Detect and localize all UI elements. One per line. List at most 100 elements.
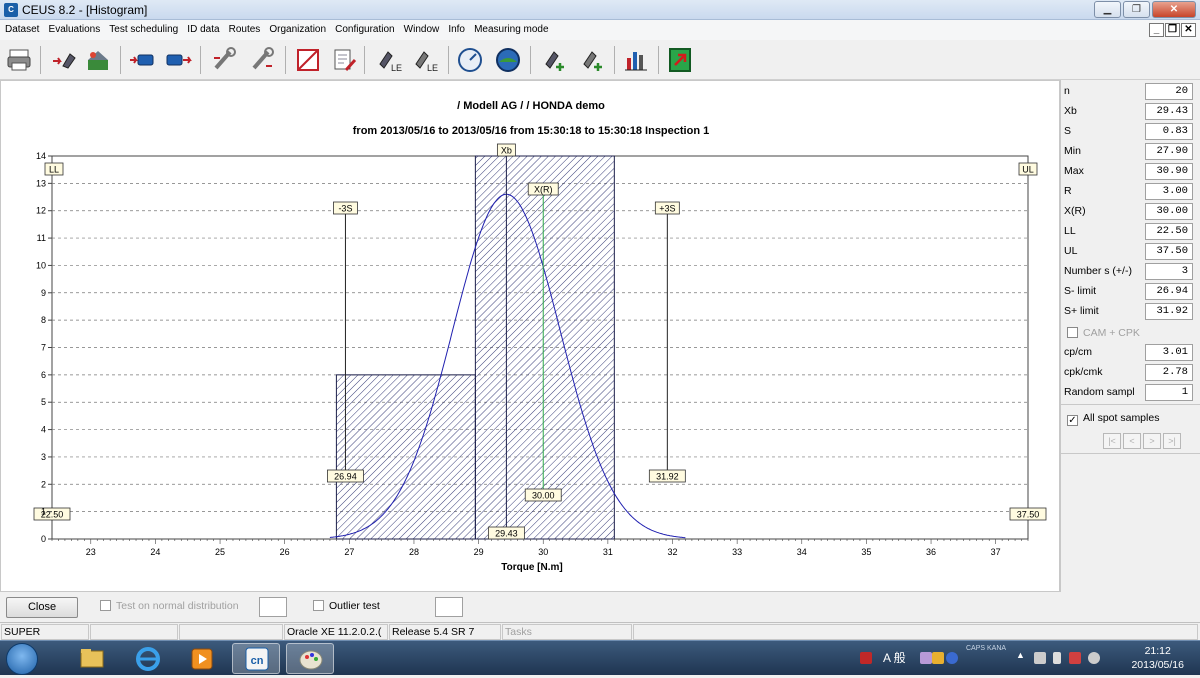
stat-value-field[interactable]: 31.92 xyxy=(1145,303,1193,320)
tool-plus-2-icon[interactable] xyxy=(578,46,606,74)
battery-out-icon[interactable] xyxy=(164,46,192,74)
tray-ime-tool-icon[interactable] xyxy=(932,652,944,664)
globe-gauge-icon[interactable] xyxy=(494,46,522,74)
stat-label: X(R) xyxy=(1064,205,1086,217)
x-tick-label: 32 xyxy=(667,547,677,557)
stat-row: Min 27.90 xyxy=(1064,142,1198,162)
stat-value-field[interactable]: 26.94 xyxy=(1145,283,1193,300)
tray-expand-icon[interactable]: ▲ xyxy=(1016,650,1028,662)
tray-flag-icon[interactable] xyxy=(860,652,872,664)
x-tick-label: 31 xyxy=(603,547,613,557)
menu-info[interactable]: Info xyxy=(445,20,468,40)
menu-configuration[interactable]: Configuration xyxy=(332,20,397,40)
first-sample-button[interactable]: |< xyxy=(1103,433,1121,449)
stat-value-field[interactable]: 20 xyxy=(1145,83,1193,100)
all-spot-samples-checkbox[interactable]: ✓ All spot samples xyxy=(1067,412,1195,428)
battery-in-icon[interactable] xyxy=(128,46,156,74)
ll-label-text: LL xyxy=(49,165,59,175)
tool-le-icon[interactable]: LE xyxy=(374,46,402,74)
stat-value-field[interactable]: 3.00 xyxy=(1145,183,1193,200)
tray-battery-icon[interactable] xyxy=(1053,652,1061,664)
x-tick-label: 33 xyxy=(732,547,742,557)
next-sample-button[interactable]: > xyxy=(1143,433,1161,449)
stat-value-field[interactable]: 37.50 xyxy=(1145,243,1193,260)
mdi-close-button[interactable]: ✕ xyxy=(1181,23,1196,37)
bar-chart-icon[interactable] xyxy=(622,46,650,74)
stat-value-field[interactable]: 3 xyxy=(1145,263,1193,280)
all-spot-samples-label: All spot samples xyxy=(1083,412,1160,424)
stat-value-field[interactable]: 0.83 xyxy=(1145,123,1193,140)
tray-ime-pad-icon[interactable] xyxy=(920,652,932,664)
xr-value-label: 30.00 xyxy=(524,488,562,502)
ime-indicator[interactable]: A 般 xyxy=(883,649,906,666)
normal-distribution-test-checkbox[interactable]: Test on normal distribution xyxy=(100,600,239,612)
tool-le-2-icon[interactable]: LE xyxy=(410,46,438,74)
y-tick-label: 14 xyxy=(36,151,46,161)
outlier-test-checkbox[interactable]: Outlier test xyxy=(313,600,380,612)
menu-evaluations[interactable]: Evaluations xyxy=(46,20,104,40)
x-tick-label: 30 xyxy=(538,547,548,557)
taskbar-media-player-icon[interactable] xyxy=(178,643,226,674)
close-button[interactable]: Close xyxy=(6,597,78,618)
x-tick-label: 36 xyxy=(926,547,936,557)
histogram-bar xyxy=(335,374,476,540)
y-tick-label: 2 xyxy=(41,479,46,489)
stat-value-field[interactable]: 27.90 xyxy=(1145,143,1193,160)
mdi-minimize-button[interactable]: _ xyxy=(1149,23,1164,37)
maximize-button[interactable]: ❐ xyxy=(1123,1,1150,18)
minimize-button[interactable]: ▁ xyxy=(1094,1,1121,18)
wrench-in-icon[interactable] xyxy=(210,46,238,74)
mdi-restore-button[interactable]: ❐ xyxy=(1165,23,1180,37)
previous-sample-button[interactable]: < xyxy=(1123,433,1141,449)
stat-value-field[interactable]: 30.00 xyxy=(1145,203,1193,220)
menu-organization[interactable]: Organization xyxy=(266,20,329,40)
xr-label: X(R) xyxy=(527,182,559,196)
menu-test-scheduling[interactable]: Test scheduling xyxy=(106,20,181,40)
stat-value-field[interactable]: 3.01 xyxy=(1145,344,1193,361)
taskbar-paint-icon[interactable] xyxy=(286,643,334,674)
stat-value-field[interactable]: 1 xyxy=(1145,384,1193,401)
taskbar-ceus-icon[interactable]: cn xyxy=(232,643,280,674)
graph-frame-icon[interactable] xyxy=(294,46,322,74)
start-button[interactable] xyxy=(6,643,38,675)
add-tool-icon[interactable] xyxy=(50,46,78,74)
speed-gauge-icon[interactable] xyxy=(456,46,484,74)
stat-value-field[interactable]: 22.50 xyxy=(1145,223,1193,240)
tray-action-center-icon[interactable] xyxy=(1034,652,1046,664)
taskbar-clock[interactable]: 21:12 2013/05/16 xyxy=(1131,644,1184,672)
menu-dataset[interactable]: Dataset xyxy=(2,20,42,40)
document-pen-icon[interactable] xyxy=(330,46,358,74)
stat-value-field[interactable]: 30.90 xyxy=(1145,163,1193,180)
window-close-button[interactable]: ✕ xyxy=(1152,1,1196,18)
menu-id-data[interactable]: ID data xyxy=(184,20,222,40)
tray-volume-icon[interactable] xyxy=(1088,652,1100,664)
scene-icon[interactable] xyxy=(84,46,112,74)
stat-row: Random sampl 1 xyxy=(1064,383,1198,403)
last-sample-button[interactable]: >| xyxy=(1163,433,1181,449)
x-tick-label: 26 xyxy=(280,547,290,557)
printer-icon[interactable] xyxy=(5,46,33,74)
svg-text:LE: LE xyxy=(427,63,438,73)
taskbar-explorer-icon[interactable] xyxy=(68,643,116,674)
menu-measuring-mode[interactable]: Measuring mode xyxy=(471,20,551,40)
tray-network-icon[interactable] xyxy=(1069,652,1081,664)
stat-value-field[interactable]: 29.43 xyxy=(1145,103,1193,120)
tray-help-icon[interactable] xyxy=(946,652,958,664)
xbar-value-label: 29.43 xyxy=(487,526,525,540)
menu-window[interactable]: Window xyxy=(401,20,443,40)
y-tick-label: 5 xyxy=(41,397,46,407)
menu-routes[interactable]: Routes xyxy=(226,20,264,40)
stat-value-field[interactable]: 2.78 xyxy=(1145,364,1193,381)
taskbar-ie-icon[interactable] xyxy=(124,643,172,674)
exit-icon[interactable] xyxy=(666,46,694,74)
toolbar: LE LE xyxy=(0,40,1200,80)
xr-label-text: X(R) xyxy=(534,185,553,195)
cam-cpk-checkbox[interactable]: CAM + CPK xyxy=(1067,327,1195,343)
ll-value-label: 22.50 xyxy=(33,507,71,521)
status-panel-empty-3 xyxy=(633,624,1198,640)
stat-row: S+ limit 31.92 xyxy=(1064,302,1198,322)
clock-date: 2013/05/16 xyxy=(1131,659,1184,671)
minus-3s-label: -3S xyxy=(333,201,358,215)
tool-plus-icon[interactable] xyxy=(540,46,568,74)
wrench-out-icon[interactable] xyxy=(248,46,276,74)
